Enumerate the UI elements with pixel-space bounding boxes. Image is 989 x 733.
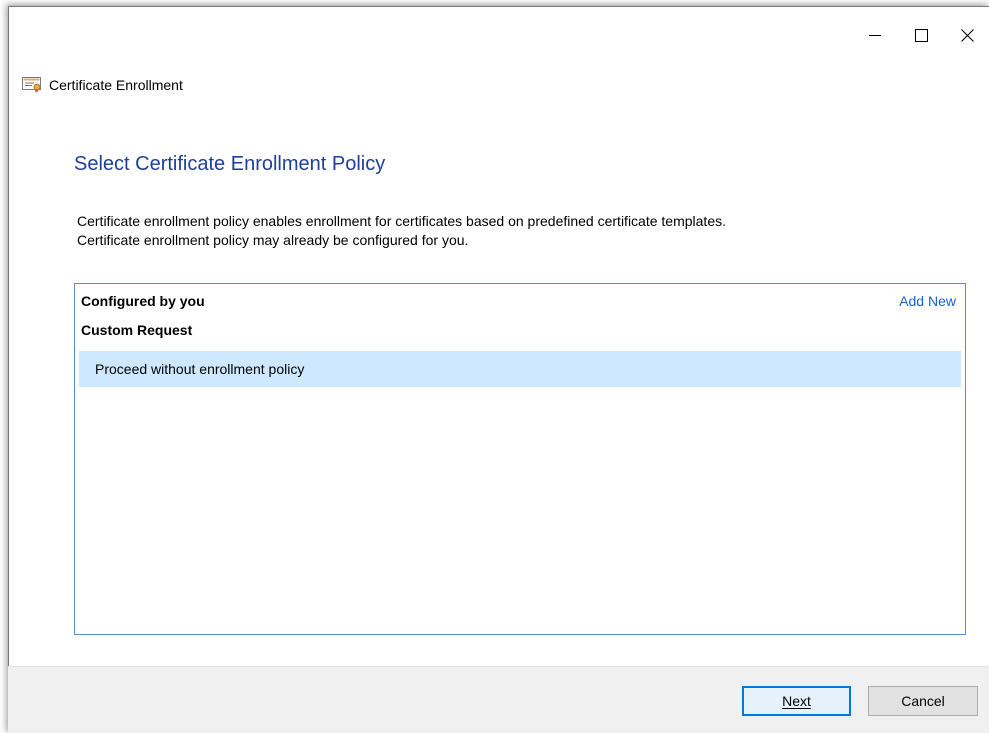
- description-line-1: Certificate enrollment policy enables en…: [77, 213, 726, 229]
- certificate-enrollment-window: Certificate Enrollment Select Certificat…: [8, 6, 989, 733]
- policy-group-header: Configured by you Add New: [81, 291, 956, 311]
- screen: Certificate Enrollment Select Certificat…: [0, 0, 989, 733]
- window-caption-controls: [852, 15, 989, 55]
- group-label-configured-by-you: Configured by you: [81, 293, 205, 309]
- description-line-2: Certificate enrollment policy may alread…: [77, 232, 469, 248]
- cancel-button-label: Cancel: [901, 693, 945, 709]
- dialog-footer: Next Cancel: [8, 666, 989, 733]
- maximize-icon: [914, 28, 928, 42]
- app-title-bar: Certificate Enrollment: [22, 77, 183, 93]
- page-heading: Select Certificate Enrollment Policy: [74, 153, 386, 175]
- enrollment-policy-list: Configured by you Add New Custom Request…: [74, 283, 966, 635]
- minimize-icon: [869, 35, 881, 36]
- close-icon: [960, 28, 974, 42]
- next-button-label: Next: [782, 693, 811, 709]
- close-button[interactable]: [944, 15, 989, 55]
- add-new-link[interactable]: Add New: [899, 293, 956, 309]
- certificate-icon: [22, 77, 41, 93]
- policy-item-label: Proceed without enrollment policy: [95, 361, 305, 377]
- minimize-button[interactable]: [852, 15, 898, 55]
- cancel-button[interactable]: Cancel: [868, 686, 978, 716]
- maximize-button[interactable]: [898, 15, 944, 55]
- group-label-custom-request: Custom Request: [81, 322, 193, 338]
- next-button[interactable]: Next: [742, 686, 851, 716]
- policy-item-proceed-without-enrollment-policy[interactable]: Proceed without enrollment policy: [79, 351, 961, 387]
- page-description: Certificate enrollment policy enables en…: [77, 212, 726, 250]
- app-title: Certificate Enrollment: [49, 77, 183, 93]
